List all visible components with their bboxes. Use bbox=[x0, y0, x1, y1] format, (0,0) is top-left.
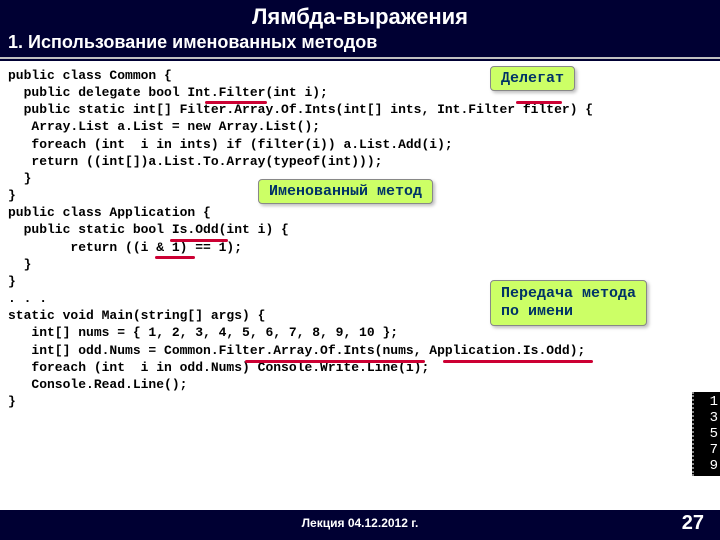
code-line: } bbox=[8, 274, 16, 289]
code-line: foreach (int i in ints) if (filter(i)) a… bbox=[8, 137, 453, 152]
console-output: 1 3 5 7 9 bbox=[692, 392, 720, 476]
code-line: int[] nums = { 1, 2, 3, 4, 5, 6, 7, 8, 9… bbox=[8, 325, 398, 340]
footer-page-number: 27 bbox=[682, 512, 704, 535]
output-line: 1 bbox=[696, 394, 718, 410]
label-text: Делегат bbox=[501, 70, 564, 87]
code-line: } bbox=[8, 171, 31, 186]
footer-lecture: Лекция 04.12.2012 г. bbox=[302, 516, 419, 530]
output-line: 7 bbox=[696, 442, 718, 458]
code-line: public static int[] Filter.Array.Of.Ints… bbox=[8, 102, 593, 117]
code-line: } bbox=[8, 394, 16, 409]
code-line: } bbox=[8, 188, 16, 203]
code-line: int[] odd.Nums = Common.Filter.Array.Of.… bbox=[8, 343, 585, 358]
underline-mark bbox=[516, 101, 562, 104]
label-named-method: Именованный метод bbox=[258, 179, 433, 204]
code-line: } bbox=[8, 257, 31, 272]
footer: Лекция 04.12.2012 г. 27 bbox=[0, 510, 720, 540]
output-line: 5 bbox=[696, 426, 718, 442]
label-delegate: Делегат bbox=[490, 66, 575, 91]
underline-mark bbox=[155, 256, 195, 259]
slide: Лямбда-выражения 1. Использование именов… bbox=[0, 0, 720, 540]
underline-mark bbox=[205, 101, 267, 104]
code-line: public class Common { bbox=[8, 68, 172, 83]
page-subtitle: 1. Использование именованных методов bbox=[0, 30, 720, 59]
underline-mark bbox=[245, 360, 425, 363]
code-line: . . . bbox=[8, 291, 47, 306]
code-line: static void Main(string[] args) { bbox=[8, 308, 265, 323]
output-line: 3 bbox=[696, 410, 718, 426]
label-text: по имени bbox=[501, 303, 573, 320]
code-line: public static bool Is.Odd(int i) { bbox=[8, 222, 289, 237]
output-line: 9 bbox=[696, 458, 718, 474]
code-line: public class Application { bbox=[8, 205, 211, 220]
code-line: return ((int[])a.List.To.Array(typeof(in… bbox=[8, 154, 382, 169]
code-line: Console.Read.Line(); bbox=[8, 377, 187, 392]
underline-mark bbox=[443, 360, 593, 363]
label-text: Передача метода bbox=[501, 285, 636, 302]
label-pass-by-name: Передача метода по имени bbox=[490, 280, 647, 326]
page-title: Лямбда-выражения bbox=[0, 4, 720, 30]
code-line: public delegate bool Int.Filter(int i); bbox=[8, 85, 328, 100]
label-text: Именованный метод bbox=[269, 183, 422, 200]
code-line: Array.List a.List = new Array.List(); bbox=[8, 119, 320, 134]
underline-mark bbox=[170, 239, 228, 242]
title-bar: Лямбда-выражения 1. Использование именов… bbox=[0, 0, 720, 61]
